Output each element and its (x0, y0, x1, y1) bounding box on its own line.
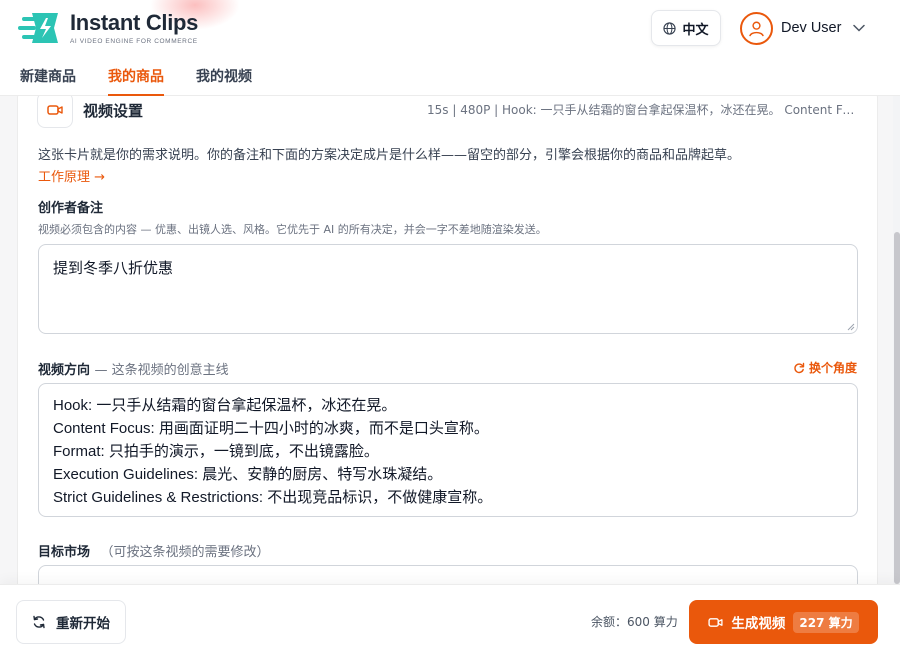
restart-label: 重新开始 (56, 616, 110, 632)
generate-cost-badge: 227 算力 (793, 611, 859, 633)
card-summary: 15s | 480P | Hook: 一只手从结霜的窗台拿起保温杯，冰还在晃。 … (427, 103, 857, 117)
user-menu[interactable]: Dev User (740, 11, 866, 45)
action-bar: 重新开始 余额：600 算力 生成视频 227 算力 (0, 584, 900, 657)
target-market-input[interactable] (38, 565, 858, 584)
brand-tagline: AI VIDEO ENGINE FOR COMMERCE (70, 38, 198, 45)
video-settings-card: 视频设置 15s | 480P | Hook: 一只手从结霜的窗台拿起保温杯，冰… (17, 96, 878, 584)
creator-notes-textarea[interactable]: 提到冬季八折优惠 (38, 244, 858, 334)
user-icon (749, 21, 764, 36)
refresh-icon (794, 362, 805, 373)
direction-line: Format: 只拍手的演示，一镜到底，不出镜露脸。 (53, 443, 379, 460)
refresh-icon (33, 615, 45, 629)
direction-label-row: 视频方向 — 这条视频的创意主线 (38, 359, 229, 378)
language-label: 中文 (682, 22, 709, 38)
tab-my-products[interactable]: 我的商品 (108, 62, 164, 96)
language-switch-button[interactable]: 中文 (651, 10, 721, 46)
direction-sublabel: — 这条视频的创意主线 (94, 363, 229, 378)
chevron-down-icon (853, 24, 866, 32)
app-header: Instant Clips AI VIDEO ENGINE FOR COMMER… (0, 0, 900, 96)
direction-line: Execution Guidelines: 晨光、安静的厨房、特写水珠凝结。 (53, 466, 443, 483)
restart-button[interactable]: 重新开始 (16, 600, 126, 644)
direction-textarea[interactable]: Hook: 一只手从结霜的窗台拿起保温杯，冰还在晃。 Content Focus… (38, 383, 858, 517)
direction-label: 视频方向 (38, 363, 91, 378)
change-angle-label: 换个角度 (808, 361, 857, 375)
direction-line: Content Focus: 用画面证明二十四小时的冰爽，而不是口头宣称。 (53, 420, 489, 437)
creator-notes-hint: 视频必须包含的内容 — 优惠、出镜人选、风格。它优先于 AI 的所有决定，并会一… (38, 223, 547, 236)
target-market-label: 目标市场 (38, 545, 91, 560)
video-settings-icon-box (37, 96, 73, 128)
creator-notes-label: 创作者备注 (38, 201, 104, 216)
target-market-label-row: 目标市场 （可按这条视频的需要修改） (38, 541, 270, 560)
resize-grip-icon[interactable] (847, 323, 855, 331)
card-intro-text: 这张卡片就是你的需求说明。你的备注和下面的方案决定成片是什么样——留空的部分，引… (38, 148, 741, 163)
how-it-works-link[interactable]: 工作原理 → (38, 166, 105, 185)
avatar (740, 11, 773, 45)
balance-text: 余额：600 算力 (591, 615, 678, 629)
generate-video-button[interactable]: 生成视频 227 算力 (689, 600, 878, 644)
card-header[interactable]: 视频设置 15s | 480P | Hook: 一只手从结霜的窗台拿起保温杯，冰… (37, 96, 857, 128)
generate-label: 生成视频 (731, 616, 786, 632)
video-camera-icon (708, 617, 723, 627)
tab-my-videos[interactable]: 我的视频 (196, 62, 252, 96)
user-name: Dev User (781, 20, 842, 36)
target-market-sublabel: （可按这条视频的需要修改） (100, 545, 270, 560)
tab-new-product[interactable]: 新建商品 (20, 62, 76, 96)
scrollbar-thumb[interactable] (894, 232, 900, 584)
direction-line: Strict Guidelines & Restrictions: 不出现竞品标… (53, 489, 493, 506)
globe-icon (663, 21, 677, 35)
video-camera-icon (47, 105, 63, 115)
main-nav: 新建商品 我的商品 我的视频 (0, 62, 264, 96)
brand-name: Instant Clips (70, 10, 199, 35)
logo-icon (18, 13, 58, 43)
main-content: 视频设置 15s | 480P | Hook: 一只手从结霜的窗台拿起保温杯，冰… (0, 96, 893, 584)
change-angle-button[interactable]: 换个角度 (793, 359, 857, 376)
creator-notes-value: 提到冬季八折优惠 (53, 260, 174, 277)
card-title: 视频设置 (83, 102, 144, 120)
direction-line: Hook: 一只手从结霜的窗台拿起保温杯，冰还在晃。 (53, 397, 397, 414)
